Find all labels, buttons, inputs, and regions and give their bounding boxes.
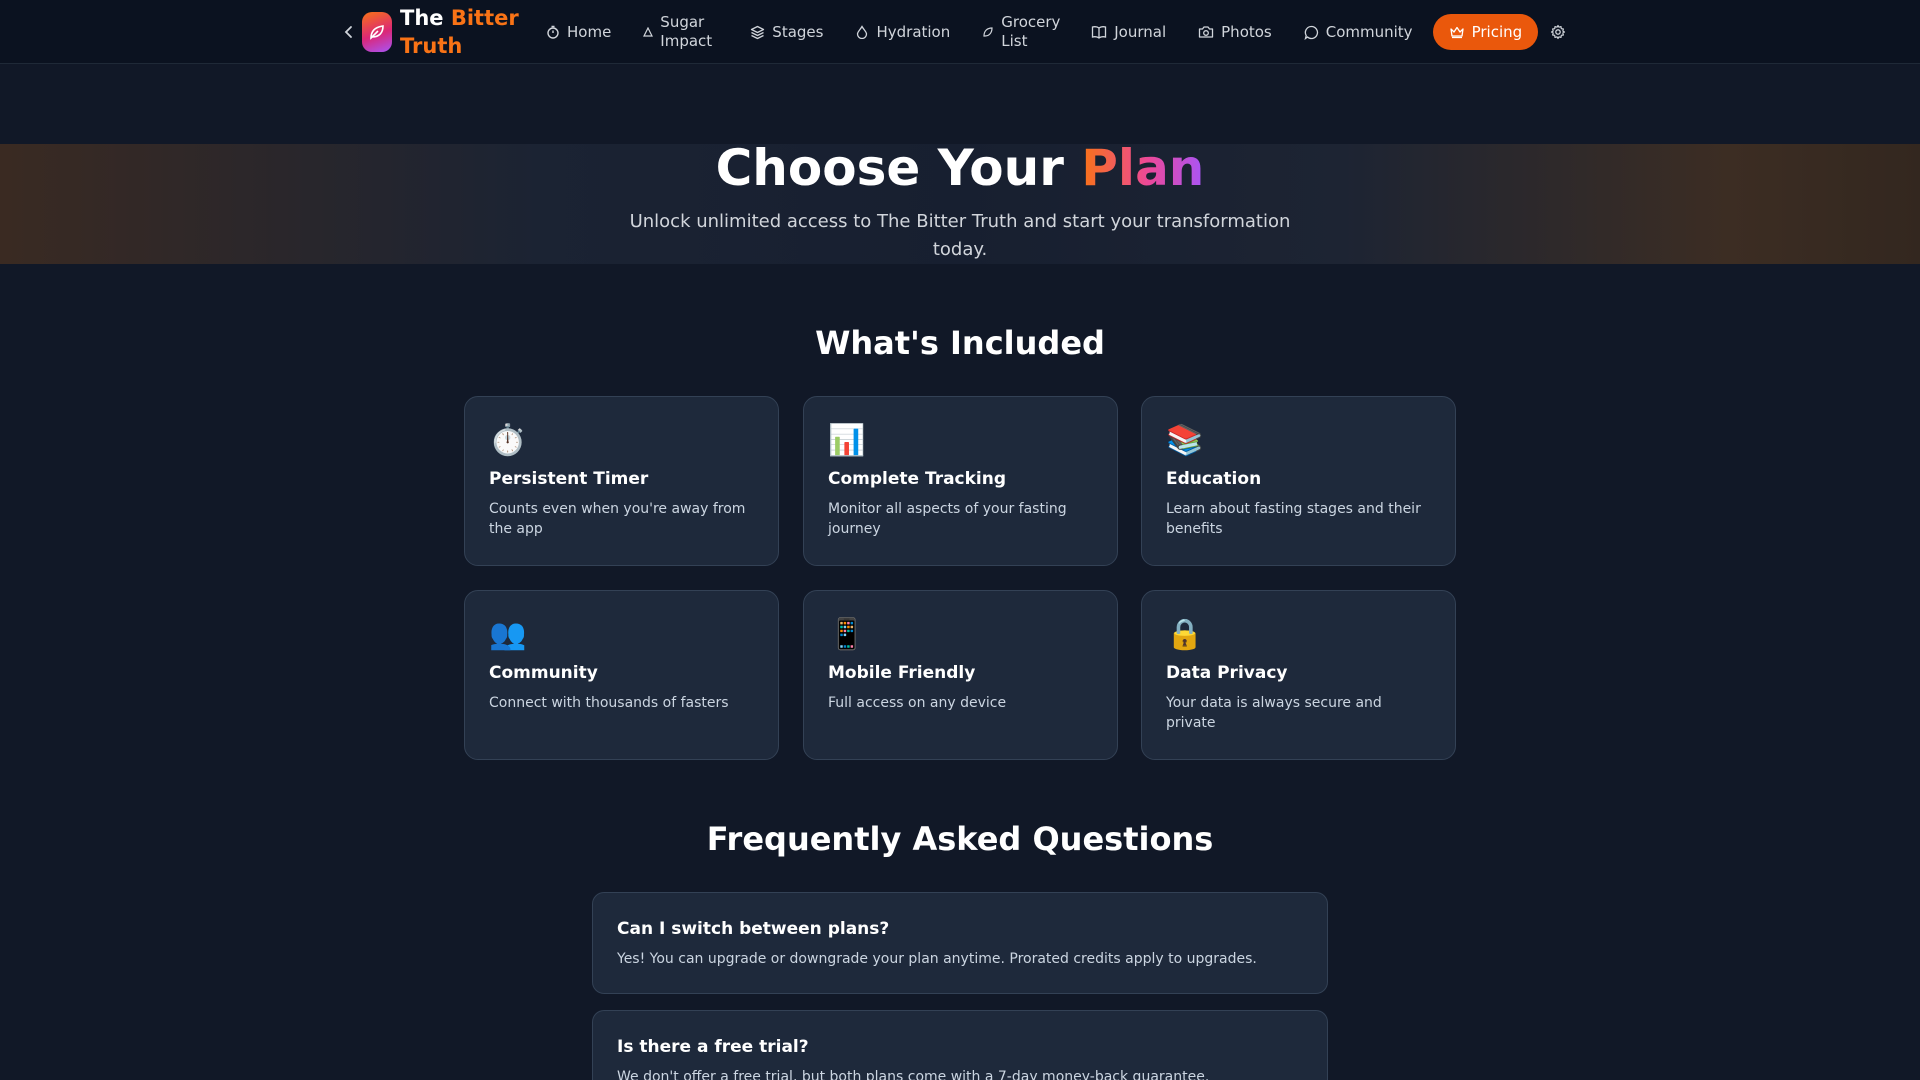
feature-title: Education <box>1166 469 1262 489</box>
brand-title[interactable]: The Bitter Truth <box>400 4 520 60</box>
nav-hydration[interactable]: Hydration <box>839 12 966 52</box>
nav-hydration-label: Hydration <box>876 22 951 41</box>
pricing-button[interactable]: Pricing <box>1432 14 1539 50</box>
settings-button[interactable] <box>1550 24 1566 40</box>
lock-icon: 🔒 <box>1166 617 1204 652</box>
feature-card: 📚 Education Learn about fasting stages a… <box>1141 396 1456 566</box>
nav-grocery-list-label: Grocery List <box>1001 13 1061 50</box>
faq-question: Can I switch between plans? <box>617 919 890 939</box>
feature-description: Full access on any device <box>828 695 1007 711</box>
gear-icon <box>1551 24 1566 40</box>
included-title: What's Included <box>815 324 1105 362</box>
page-title-accent: Plan <box>1081 139 1205 197</box>
leaf-logo-icon <box>370 25 384 40</box>
stopwatch-icon: ⏱️ <box>489 423 527 458</box>
crown-icon <box>1449 26 1464 39</box>
feature-description: Learn about fasting stages and their ben… <box>1166 501 1421 537</box>
page-title: Choose Your Plan <box>0 136 1920 200</box>
nav-home-label: Home <box>567 22 612 41</box>
feature-title: Complete Tracking <box>828 469 1007 489</box>
nav-links: Home Sugar Impact Stages Hydration Groce… <box>530 12 1566 52</box>
feature-title: Mobile Friendly <box>828 663 976 683</box>
nav-community-label: Community <box>1325 22 1413 41</box>
feature-card: ⏱️ Persistent Timer Counts even when you… <box>464 396 779 566</box>
feature-title: Persistent Timer <box>489 469 649 489</box>
pricing-label: Pricing <box>1471 23 1523 41</box>
feature-card: 🔒 Data Privacy Your data is always secur… <box>1141 590 1456 760</box>
feature-card: 📊 Complete Tracking Monitor all aspects … <box>803 396 1118 566</box>
people-icon: 👥 <box>489 617 527 652</box>
chat-icon <box>1304 25 1318 40</box>
nav-home[interactable]: Home <box>530 12 627 52</box>
feature-title: Data Privacy <box>1166 663 1288 683</box>
faq-item[interactable]: Can I switch between plans? Yes! You can… <box>592 892 1328 994</box>
faq-answer: Yes! You can upgrade or downgrade your p… <box>617 951 1257 967</box>
faq-answer: We don't offer a free trial, but both pl… <box>617 1069 1210 1080</box>
nav-sugar-impact-label: Sugar Impact <box>660 13 713 50</box>
nav-photos[interactable]: Photos <box>1182 12 1288 52</box>
feature-description: Your data is always secure and private <box>1166 695 1382 731</box>
logo[interactable] <box>362 12 392 52</box>
leaf-icon <box>983 27 993 37</box>
feature-description: Counts even when you're away from the ap… <box>489 501 746 537</box>
nav-sugar-impact[interactable]: Sugar Impact <box>627 12 734 52</box>
faq-title: Frequently Asked Questions <box>706 820 1214 858</box>
nav-stages[interactable]: Stages <box>734 12 839 52</box>
faq-question: Is there a free trial? <box>617 1037 809 1057</box>
layers-icon <box>751 25 765 39</box>
camera-icon <box>1198 26 1214 38</box>
droplet-icon <box>857 25 868 39</box>
books-icon: 📚 <box>1166 423 1204 458</box>
chevron-left-icon <box>344 26 352 38</box>
feature-description: Connect with thousands of fasters <box>489 695 729 711</box>
timer-icon <box>547 25 559 39</box>
top-nav: The Bitter Truth Home Sugar Impact Stage… <box>0 0 1920 64</box>
nav-community[interactable]: Community <box>1288 12 1429 52</box>
nav-grocery-list[interactable]: Grocery List <box>966 12 1075 52</box>
page-subtitle: Unlock unlimited access to The Bitter Tr… <box>629 211 1291 260</box>
triangle-icon <box>643 27 654 37</box>
nav-photos-label: Photos <box>1221 22 1272 41</box>
nav-journal-label: Journal <box>1114 22 1167 41</box>
nav-inner: The Bitter Truth Home Sugar Impact Stage… <box>340 0 1580 64</box>
faq-item[interactable]: Is there a free trial? We don't offer a … <box>592 1010 1328 1080</box>
feature-description: Monitor all aspects of your fasting jour… <box>828 501 1067 537</box>
brand-word-1: The <box>400 6 444 30</box>
book-icon <box>1092 26 1107 39</box>
feature-card: 📱 Mobile Friendly Full access on any dev… <box>803 590 1118 760</box>
phone-icon: 📱 <box>828 617 866 652</box>
feature-title: Community <box>489 663 598 683</box>
nav-stages-label: Stages <box>772 22 824 41</box>
bar-chart-icon: 📊 <box>828 423 866 458</box>
back-button[interactable] <box>340 20 358 44</box>
nav-journal[interactable]: Journal <box>1075 12 1182 52</box>
page-title-main: Choose Your <box>715 139 1082 197</box>
feature-card: 👥 Community Connect with thousands of fa… <box>464 590 779 760</box>
